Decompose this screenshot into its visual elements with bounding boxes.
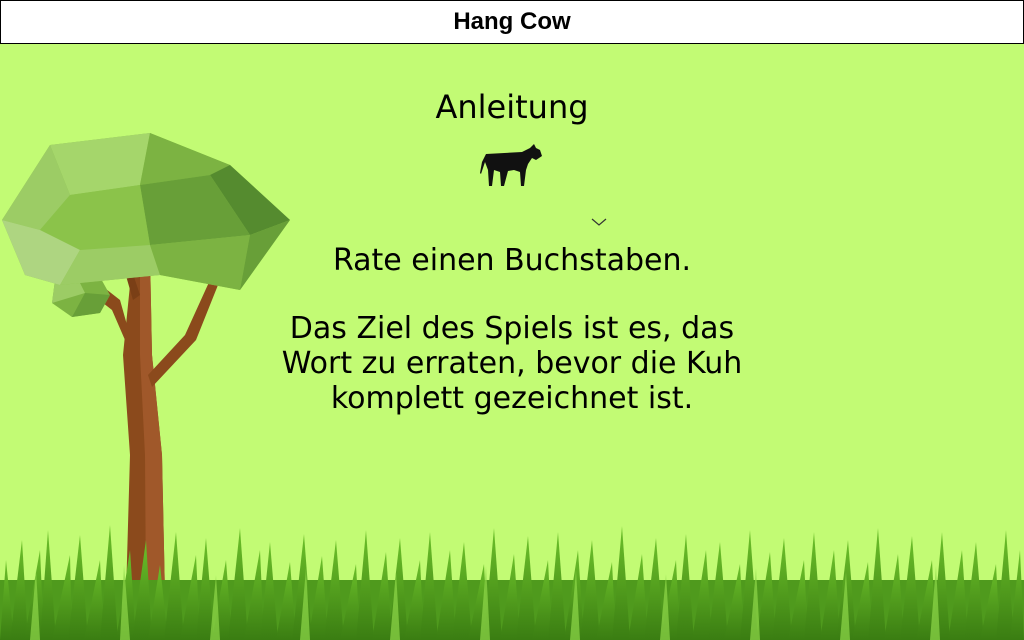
goal-text: Das Ziel des Spiels ist es, das Wort zu … xyxy=(212,311,812,416)
goal-line: Das Ziel des Spiels ist es, das xyxy=(289,311,735,346)
app-title: Hang Cow xyxy=(453,8,571,35)
goal-line: komplett gezeichnet ist. xyxy=(330,381,694,416)
instructions-heading: Anleitung xyxy=(435,88,589,126)
chevron-down-icon[interactable] xyxy=(591,217,607,227)
goal-line: Wort zu erraten, bevor die Kuh xyxy=(281,346,743,381)
app-title-bar: Hang Cow xyxy=(0,0,1024,44)
grass-illustration xyxy=(0,525,1024,640)
cow-icon xyxy=(480,144,542,186)
instruction-text: Rate einen Buchstaben. xyxy=(332,243,692,278)
